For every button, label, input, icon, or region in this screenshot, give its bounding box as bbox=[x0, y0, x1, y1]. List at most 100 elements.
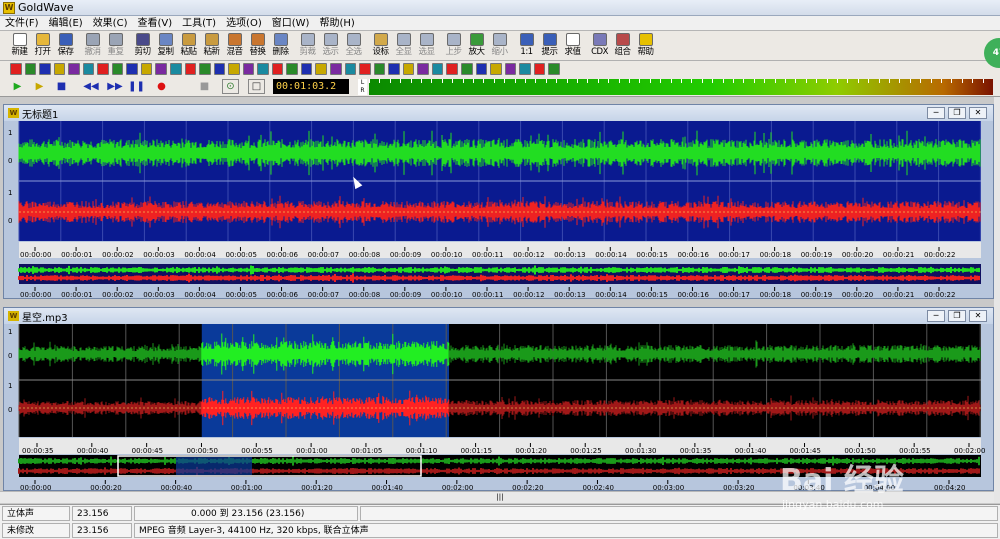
effect-tool-icon[interactable] bbox=[155, 63, 168, 75]
effect-tool-icon[interactable] bbox=[199, 63, 211, 75]
effect-tool-icon[interactable] bbox=[490, 63, 502, 75]
effect-tool-icon[interactable] bbox=[286, 63, 298, 75]
restore-button[interactable]: ❐ bbox=[948, 310, 966, 322]
wave-window-mp3[interactable]: W 星空.mp3 ─ ❐ ✕ 1 0 1 0 00:00:35 00:00:40 00:00… bbox=[3, 307, 995, 492]
effect-tool-icon[interactable] bbox=[460, 63, 473, 75]
settings-icon[interactable]: □ bbox=[248, 79, 265, 94]
effect-tool-icon[interactable] bbox=[431, 63, 444, 75]
horizontal-scrollbar[interactable]: ||| bbox=[0, 491, 1000, 503]
menu-item-5[interactable]: 选项(O) bbox=[221, 16, 267, 31]
effect-tool-icon[interactable] bbox=[519, 63, 531, 75]
new-file-button[interactable]: 新建 bbox=[8, 31, 31, 61]
effect-tool-icon[interactable] bbox=[533, 63, 546, 75]
effect-tool-icon[interactable] bbox=[344, 63, 357, 75]
effect-tool-icon[interactable] bbox=[97, 63, 109, 75]
zoom-actual-button[interactable]: 1:1 bbox=[515, 31, 538, 61]
ruler-label: 00:00:55 bbox=[241, 447, 272, 455]
evaluate-button[interactable]: 求值 bbox=[561, 31, 584, 61]
effect-tool-icon[interactable] bbox=[388, 63, 400, 75]
effect-tool-icon[interactable] bbox=[170, 63, 182, 75]
save-disk-button[interactable]: 保存 bbox=[54, 31, 77, 61]
undo-button[interactable]: 撤消 bbox=[81, 31, 104, 61]
select-all-button[interactable]: 全选 bbox=[342, 31, 365, 61]
effect-tool-icon[interactable] bbox=[373, 63, 386, 75]
redo-button[interactable]: 重复 bbox=[104, 31, 127, 61]
vertical-scrollbar[interactable] bbox=[994, 97, 1000, 503]
minimize-button[interactable]: ─ bbox=[927, 107, 945, 119]
close-button[interactable]: ✕ bbox=[969, 107, 987, 119]
overview-bar[interactable] bbox=[19, 264, 981, 284]
paste-new-button[interactable]: 粘新 bbox=[200, 31, 223, 61]
set-marker-button[interactable]: 设标 bbox=[369, 31, 392, 61]
effect-tool-icon[interactable] bbox=[228, 63, 240, 75]
effect-tool-icon[interactable] bbox=[184, 63, 197, 75]
effect-tool-icon[interactable] bbox=[68, 63, 80, 75]
cut-button[interactable]: 剪切 bbox=[131, 31, 154, 61]
effect-tool-icon[interactable] bbox=[446, 63, 458, 75]
effect-tool-icon[interactable] bbox=[242, 63, 255, 75]
effect-tool-icon[interactable] bbox=[257, 63, 269, 75]
pause-icon[interactable]: ❚❚ bbox=[128, 79, 145, 94]
effect-tool-icon[interactable] bbox=[111, 63, 124, 75]
open-folder-button[interactable]: 打开 bbox=[31, 31, 54, 61]
effect-tool-icon[interactable] bbox=[24, 63, 37, 75]
overview-selection[interactable] bbox=[176, 457, 252, 475]
menu-item-3[interactable]: 查看(V) bbox=[132, 16, 177, 31]
hint-button[interactable]: 提示 bbox=[538, 31, 561, 61]
mix-button[interactable]: 混音 bbox=[223, 31, 246, 61]
close-button[interactable]: ✕ bbox=[969, 310, 987, 322]
loop-icon[interactable]: ⊙ bbox=[222, 79, 239, 94]
combine-button[interactable]: 组合 bbox=[611, 31, 634, 61]
zoom-out-button[interactable]: 缩小 bbox=[488, 31, 511, 61]
effect-tool-icon[interactable] bbox=[315, 63, 328, 75]
restore-button[interactable]: ❐ bbox=[948, 107, 966, 119]
previous-button[interactable]: 上步 bbox=[442, 31, 465, 61]
menu-item-7[interactable]: 帮助(H) bbox=[314, 16, 359, 31]
play-icon[interactable]: ▶ bbox=[9, 79, 26, 94]
effect-tool-icon[interactable] bbox=[271, 63, 284, 75]
effect-tool-icon[interactable] bbox=[140, 63, 153, 75]
rewind-icon[interactable]: ◀◀ bbox=[80, 79, 102, 94]
delete-button[interactable]: 删除 bbox=[269, 31, 292, 61]
wave-window-untitled[interactable]: W 无标题1 ─ ❐ ✕ 1 0 1 0 00:00:00 00:00:01 00:00:0… bbox=[3, 104, 994, 299]
effect-tool-icon[interactable] bbox=[475, 63, 488, 75]
zoom-in-button[interactable]: 放大 bbox=[465, 31, 488, 61]
trim-button[interactable]: 剪裁 bbox=[296, 31, 319, 61]
effect-tool-icon[interactable] bbox=[10, 63, 22, 75]
menu-item-2[interactable]: 效果(C) bbox=[88, 16, 133, 31]
replace-button[interactable]: 替换 bbox=[246, 31, 269, 61]
menu-item-6[interactable]: 窗口(W) bbox=[267, 16, 315, 31]
show-all-button[interactable]: 全显 bbox=[392, 31, 415, 61]
play-selection-icon[interactable]: ▶ bbox=[31, 79, 48, 94]
effect-tool-icon[interactable] bbox=[548, 63, 560, 75]
waveform-display[interactable]: 1 0 1 0 00:00:00 00:00:01 00:00:02 00:00:03 00:0… bbox=[4, 121, 995, 300]
effect-tool-icon[interactable] bbox=[213, 63, 226, 75]
effect-tool-icon[interactable] bbox=[82, 63, 95, 75]
cd-button[interactable]: CDX bbox=[588, 31, 611, 61]
effect-tool-icon[interactable] bbox=[359, 63, 371, 75]
minimize-button[interactable]: ─ bbox=[927, 310, 945, 322]
copy-button[interactable]: 复制 bbox=[154, 31, 177, 61]
menu-item-4[interactable]: 工具(T) bbox=[177, 16, 221, 31]
select-view-button[interactable]: 选示 bbox=[319, 31, 342, 61]
help-button[interactable]: 帮助 bbox=[634, 31, 657, 61]
effect-tool-icon[interactable] bbox=[126, 63, 138, 75]
show-selection-button[interactable]: 选显 bbox=[415, 31, 438, 61]
menu-item-0[interactable]: 文件(F) bbox=[0, 16, 44, 31]
waveform-display[interactable]: 1 0 1 0 00:00:35 00:00:40 00:00:45 00:00:50 00:0… bbox=[4, 324, 995, 492]
effect-tool-icon[interactable] bbox=[330, 63, 342, 75]
record-icon[interactable]: ● bbox=[153, 79, 170, 94]
toolbar-label: 复制 bbox=[157, 47, 174, 57]
stop-icon[interactable]: ■ bbox=[53, 79, 70, 94]
effect-tool-icon[interactable] bbox=[300, 63, 313, 75]
effect-tool-icon[interactable] bbox=[402, 63, 415, 75]
fast-forward-icon[interactable]: ▶▶ bbox=[104, 79, 126, 94]
effect-tool-icon[interactable] bbox=[53, 63, 66, 75]
stop-record-icon[interactable]: ■ bbox=[196, 79, 213, 94]
effect-tool-icon[interactable] bbox=[39, 63, 51, 75]
ruler-label: 00:00:14 bbox=[595, 251, 627, 259]
effect-tool-icon[interactable] bbox=[417, 63, 429, 75]
menu-item-1[interactable]: 编辑(E) bbox=[44, 16, 88, 31]
paste-button[interactable]: 粘贴 bbox=[177, 31, 200, 61]
effect-tool-icon[interactable] bbox=[504, 63, 517, 75]
